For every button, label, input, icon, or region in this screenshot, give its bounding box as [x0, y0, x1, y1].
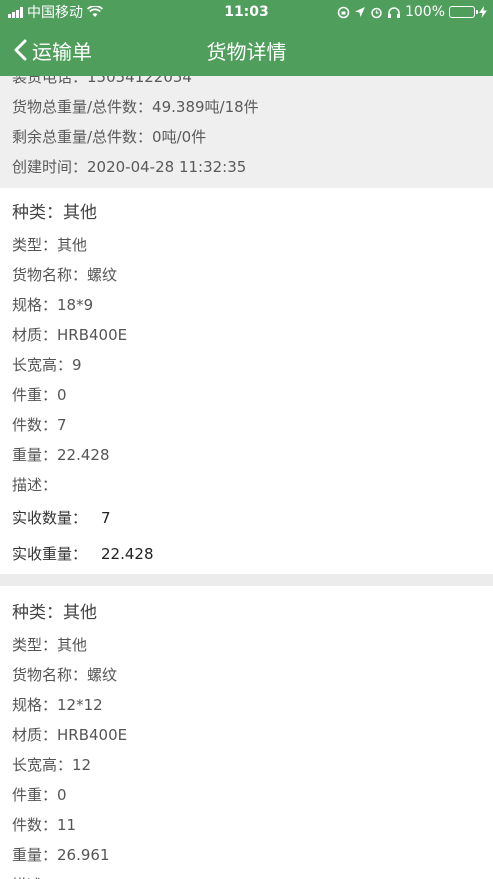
battery-percent: 100%: [404, 4, 445, 20]
received-weight-label: 实收重量：: [12, 545, 88, 563]
goods-count: 件数：11: [12, 816, 77, 834]
signal-icon: [8, 6, 23, 18]
headphones-icon: [387, 6, 400, 18]
status-bar: 中国移动 11:03 100%: [0, 0, 493, 24]
goods-description: 描述：: [12, 476, 58, 494]
received-count-value: 7: [101, 509, 111, 527]
order-summary: 装货电话：15054122054 货物总重量/总件数：49.389吨/18件 剩…: [0, 76, 493, 188]
loading-phone: 装货电话：15054122054: [12, 76, 192, 86]
goods-kind: 种类：其他: [12, 603, 97, 623]
charging-icon: [479, 6, 487, 18]
goods-weight: 重量：22.428: [12, 446, 110, 464]
created-time: 创建时间：2020-04-28 11:32:35: [12, 158, 247, 176]
received-count-row: 实收数量： 7: [12, 500, 481, 536]
goods-type: 类型：其他: [12, 636, 88, 654]
received-weight-value: 22.428: [101, 545, 154, 563]
goods-card: 种类：其他 类型：其他 货物名称：螺纹 规格：18*9 材质：HRB400E 长…: [0, 188, 493, 572]
nav-bar: 运输单 货物详情: [0, 24, 493, 76]
goods-piece-weight: 件重：0: [12, 786, 67, 804]
received-weight-row: 实收重量： 22.428: [12, 536, 481, 572]
goods-dimensions: 长宽高：9: [12, 356, 82, 374]
goods-spec: 规格：12*12: [12, 696, 103, 714]
goods-weight: 重量：26.961: [12, 846, 110, 864]
card-divider: [0, 574, 493, 586]
header: 中国移动 11:03 100% 运输单 货物详情: [0, 0, 493, 76]
goods-card: 种类：其他 类型：其他 货物名称：螺纹 规格：12*12 材质：HRB400E …: [0, 586, 493, 879]
location-icon: [354, 7, 365, 17]
back-label: 运输单: [32, 39, 92, 64]
goods-material: 材质：HRB400E: [12, 726, 128, 744]
goods-material: 材质：HRB400E: [12, 326, 128, 344]
received-count-label: 实收数量：: [12, 509, 88, 527]
goods-spec: 规格：18*9: [12, 296, 94, 314]
lock-rotation-icon: [337, 6, 350, 18]
alarm-icon: [371, 7, 382, 18]
remaining-weight-count: 剩余总重量/总件数：0吨/0件: [12, 128, 207, 146]
chevron-left-icon: [14, 39, 27, 61]
goods-name: 货物名称：螺纹: [12, 666, 118, 684]
goods-piece-weight: 件重：0: [12, 386, 67, 404]
carrier-label: 中国移动: [27, 5, 83, 21]
goods-type: 类型：其他: [12, 236, 88, 254]
battery-icon: [449, 6, 478, 18]
goods-name: 货物名称：螺纹: [12, 266, 118, 284]
goods-kind: 种类：其他: [12, 203, 97, 223]
goods-count: 件数：7: [12, 416, 67, 434]
back-button[interactable]: 运输单: [0, 36, 92, 65]
total-weight-count: 货物总重量/总件数：49.389吨/18件: [12, 98, 259, 116]
wifi-icon: [87, 6, 103, 17]
goods-dimensions: 长宽高：12: [12, 756, 92, 774]
goods-description: 描述：: [12, 870, 481, 879]
